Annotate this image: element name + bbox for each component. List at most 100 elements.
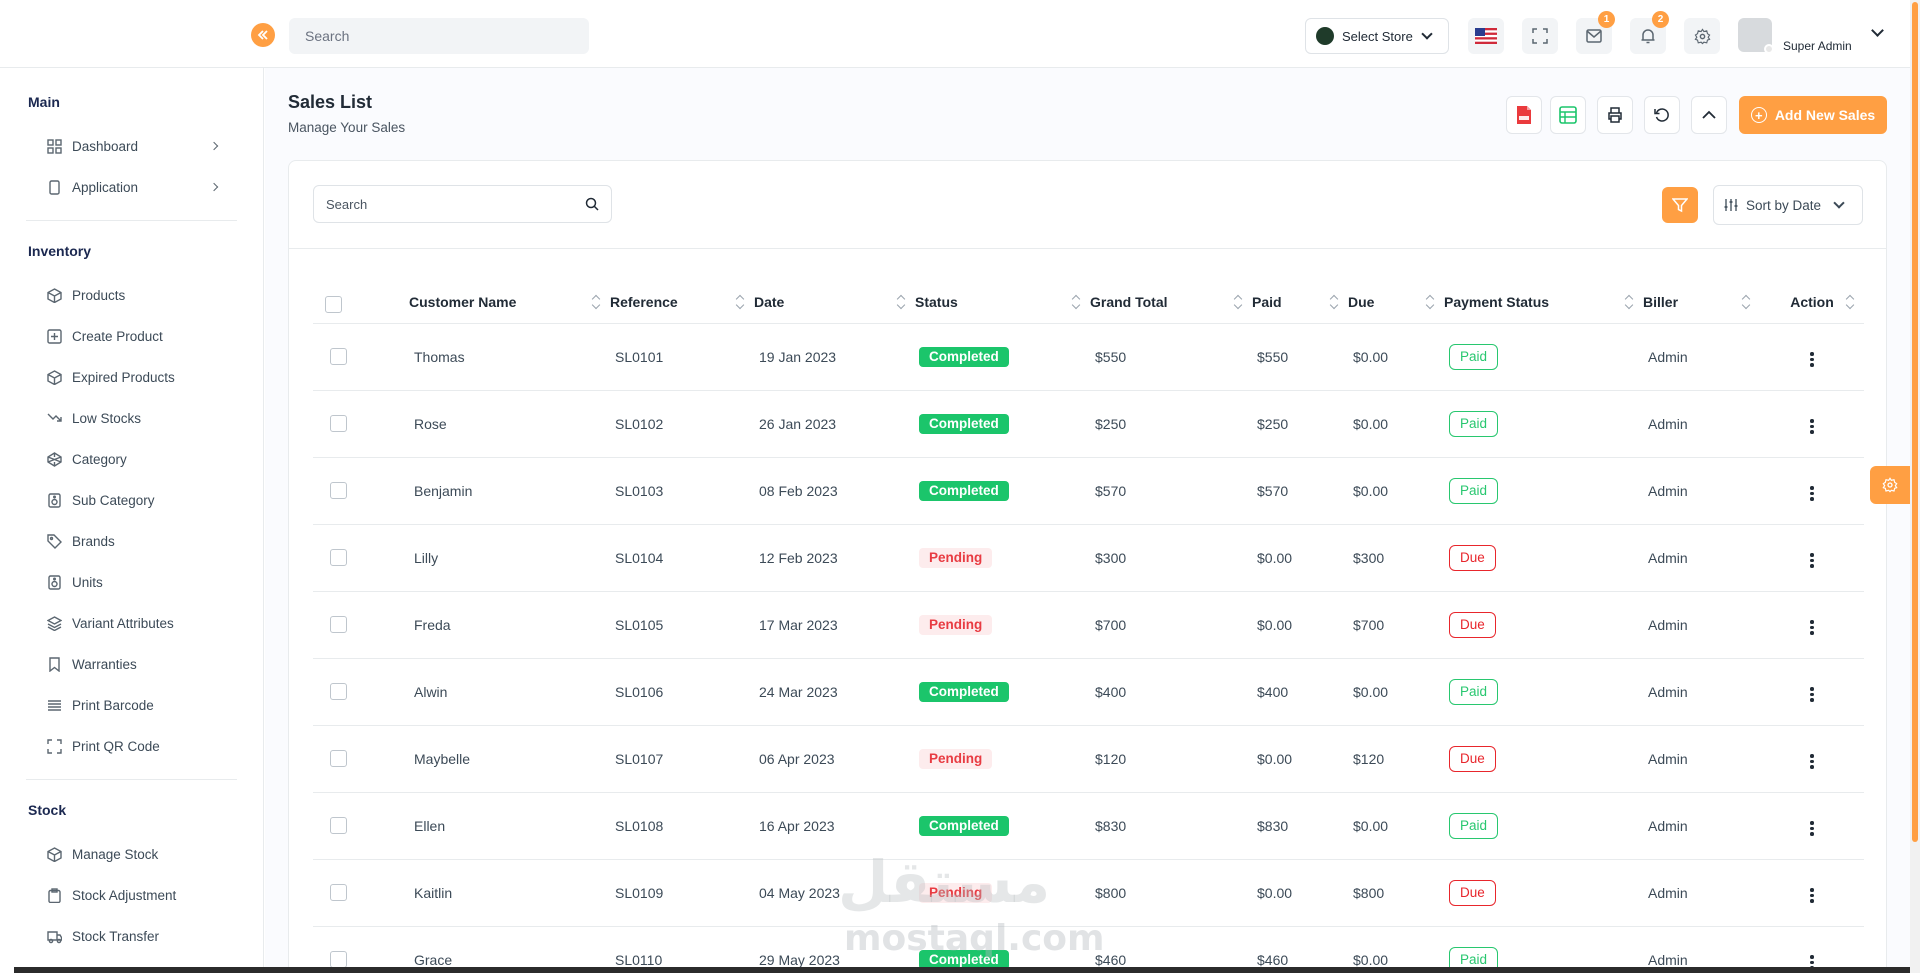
sort-icon[interactable] (1742, 295, 1750, 309)
sidebar-item-stock-adjustment[interactable]: Stock Adjustment (0, 875, 263, 916)
table-row[interactable]: Benjamin SL0103 08 Feb 2023 Completed $5… (313, 457, 1864, 525)
notifications-button[interactable]: 2 (1630, 11, 1669, 54)
more-vertical-icon[interactable] (1804, 683, 1820, 706)
sort-icon[interactable] (1426, 295, 1434, 309)
row-checkbox[interactable] (330, 750, 347, 768)
column-header[interactable]: Paid (1252, 281, 1348, 324)
settings-button[interactable] (1684, 18, 1720, 54)
sidebar-item-create-product[interactable]: Create Product (0, 316, 263, 357)
scrollbar-thumb[interactable] (1912, 2, 1918, 842)
collapse-header-button[interactable] (1691, 96, 1727, 134)
bell-icon (1641, 29, 1655, 44)
print-button[interactable] (1597, 96, 1633, 134)
theme-customizer-button[interactable] (1870, 466, 1910, 504)
payment-status-cell: Due (1444, 524, 1643, 592)
column-header[interactable]: Grand Total (1090, 281, 1252, 324)
more-vertical-icon[interactable] (1804, 549, 1820, 572)
sort-icon[interactable] (1330, 295, 1338, 309)
column-header[interactable]: Reference (610, 281, 754, 324)
refresh-button[interactable] (1644, 96, 1680, 134)
sidebar-item-label: Dashboard (72, 139, 139, 154)
sort-icon[interactable] (1846, 295, 1854, 309)
user-menu-chevron-icon[interactable] (1871, 24, 1884, 37)
export-excel-button[interactable] (1550, 96, 1586, 134)
fullscreen-button[interactable] (1522, 18, 1558, 54)
column-header[interactable]: Status (915, 281, 1090, 324)
watermark-arabic: مستقل (838, 848, 1051, 916)
sidebar-item-variant-attributes[interactable]: Variant Attributes (0, 603, 263, 644)
action-cell (1760, 524, 1864, 592)
row-checkbox[interactable] (330, 482, 347, 500)
more-vertical-icon[interactable] (1804, 616, 1820, 639)
sidebar-collapse-button[interactable] (251, 23, 275, 47)
sidebar-item-products[interactable]: Products (0, 275, 263, 316)
filter-icon (1672, 198, 1688, 213)
sort-icon[interactable] (1234, 295, 1242, 309)
sort-icon[interactable] (1625, 295, 1633, 309)
table-row[interactable]: Alwin SL0106 24 Mar 2023 Completed $400 … (313, 658, 1864, 726)
sidebar-item-application[interactable]: Application (0, 167, 263, 208)
row-checkbox[interactable] (330, 348, 347, 366)
add-new-sales-button[interactable]: + Add New Sales (1739, 96, 1887, 134)
column-header[interactable]: Action (1760, 281, 1864, 324)
column-header[interactable]: Date (754, 281, 915, 324)
row-checkbox[interactable] (330, 616, 347, 634)
more-vertical-icon[interactable] (1804, 750, 1820, 773)
more-vertical-icon[interactable] (1804, 884, 1820, 907)
sidebar-item-stock-transfer[interactable]: Stock Transfer (0, 916, 263, 957)
table-row[interactable]: Maybelle SL0107 06 Apr 2023 Pending $120… (313, 725, 1864, 793)
watermark-latin: mostaql.com (844, 918, 1105, 959)
messages-button[interactable]: 1 (1576, 11, 1615, 54)
row-checkbox[interactable] (330, 549, 347, 567)
column-header[interactable]: Due (1348, 281, 1444, 324)
select-all-checkbox[interactable] (325, 296, 342, 314)
sidebar-item-sub-category[interactable]: Sub Category (0, 480, 263, 521)
column-header[interactable]: Customer Name (409, 281, 610, 324)
sort-icon[interactable] (592, 295, 600, 309)
row-checkbox[interactable] (330, 683, 347, 701)
global-search-input[interactable] (289, 18, 589, 54)
sort-by-select[interactable]: Sort by Date (1713, 185, 1863, 225)
sidebar-item-manage-stock[interactable]: Manage Stock (0, 834, 263, 875)
more-vertical-icon[interactable] (1804, 348, 1820, 371)
codepen-icon (46, 452, 62, 467)
export-pdf-button[interactable] (1506, 96, 1542, 134)
user-avatar[interactable] (1738, 18, 1774, 54)
horizontal-scrollbar[interactable] (14, 967, 1910, 973)
biller-cell: Admin (1643, 725, 1760, 793)
column-header[interactable]: Biller (1643, 281, 1760, 324)
sidebar-item-category[interactable]: Category (0, 439, 263, 480)
table-row[interactable]: Rose SL0102 26 Jan 2023 Completed $250 $… (313, 390, 1864, 458)
table-row[interactable]: Thomas SL0101 19 Jan 2023 Completed $550… (313, 323, 1864, 391)
more-vertical-icon[interactable] (1804, 817, 1820, 840)
row-select-cell (313, 591, 409, 659)
store-select[interactable]: Select Store (1305, 18, 1449, 54)
reference-cell: SL0105 (610, 591, 754, 659)
row-checkbox[interactable] (330, 817, 347, 835)
language-button[interactable] (1468, 18, 1504, 54)
more-vertical-icon[interactable] (1804, 482, 1820, 505)
row-checkbox[interactable] (330, 951, 347, 969)
row-checkbox[interactable] (330, 884, 347, 902)
filter-button[interactable] (1662, 187, 1698, 223)
sidebar-item-units[interactable]: Units (0, 562, 263, 603)
page-scrollbar[interactable] (1910, 0, 1920, 973)
sort-icon[interactable] (1072, 295, 1080, 309)
table-row[interactable]: Kaitlin SL0109 04 May 2023 Pending $800 … (313, 859, 1864, 927)
sidebar-item-print-barcode[interactable]: Print Barcode (0, 685, 263, 726)
table-search-input[interactable] (326, 196, 585, 212)
row-checkbox[interactable] (330, 415, 347, 433)
column-header[interactable]: Payment Status (1444, 281, 1643, 324)
sidebar-item-brands[interactable]: Brands (0, 521, 263, 562)
sidebar-item-print-qr-code[interactable]: Print QR Code (0, 726, 263, 767)
table-row[interactable]: Ellen SL0108 16 Apr 2023 Completed $830 … (313, 792, 1864, 860)
sidebar-item-dashboard[interactable]: Dashboard (0, 126, 263, 167)
sort-icon[interactable] (897, 295, 905, 309)
sidebar-item-expired-products[interactable]: Expired Products (0, 357, 263, 398)
table-row[interactable]: Lilly SL0104 12 Feb 2023 Pending $300 $0… (313, 524, 1864, 592)
sidebar-item-warranties[interactable]: Warranties (0, 644, 263, 685)
table-row[interactable]: Freda SL0105 17 Mar 2023 Pending $700 $0… (313, 591, 1864, 659)
sidebar-item-low-stocks[interactable]: Low Stocks (0, 398, 263, 439)
more-vertical-icon[interactable] (1804, 415, 1820, 438)
sort-icon[interactable] (736, 295, 744, 309)
